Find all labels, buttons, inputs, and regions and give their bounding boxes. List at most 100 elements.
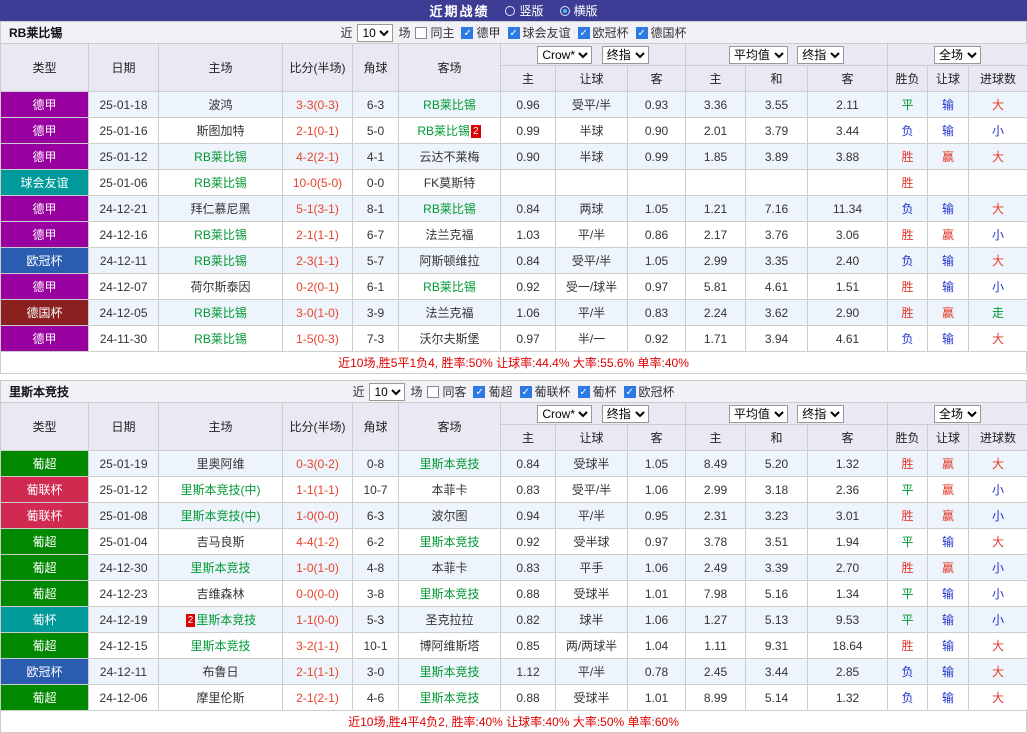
odds-home bbox=[501, 170, 556, 196]
home-team[interactable]: 波鸿 bbox=[208, 98, 232, 112]
home-team[interactable]: RB莱比锡 bbox=[194, 150, 247, 164]
match-score[interactable]: 5-1(3-1) bbox=[296, 202, 339, 216]
away-cell: 里斯本竞技 bbox=[399, 581, 501, 607]
home-team[interactable]: 里斯本竞技(中) bbox=[181, 509, 261, 523]
scope-select[interactable]: 全场 bbox=[934, 46, 981, 64]
home-team[interactable]: 里斯本竞技 bbox=[190, 639, 250, 653]
away-team[interactable]: 本菲卡 bbox=[431, 561, 467, 575]
match-score[interactable]: 3-3(0-3) bbox=[296, 98, 339, 112]
league-checkbox[interactable]: 葡杯 bbox=[578, 383, 617, 400]
match-score[interactable]: 1-1(1-1) bbox=[296, 483, 339, 497]
match-score[interactable]: 1-0(1-0) bbox=[296, 561, 339, 575]
away-team[interactable]: 里斯本竞技 bbox=[419, 535, 479, 549]
scope-select[interactable]: 全场 bbox=[934, 405, 981, 423]
home-team[interactable]: 摩里伦斯 bbox=[196, 691, 244, 705]
away-team[interactable]: FK莫斯特 bbox=[424, 176, 475, 190]
match-score[interactable]: 3-2(1-1) bbox=[296, 639, 339, 653]
match-score[interactable]: 0-2(0-1) bbox=[296, 280, 339, 294]
result-goals: 走 bbox=[969, 300, 1027, 326]
league-checkbox[interactable]: 球会友谊 bbox=[508, 24, 571, 41]
away-team[interactable]: 本菲卡 bbox=[431, 483, 467, 497]
away-team[interactable]: 波尔图 bbox=[431, 509, 467, 523]
home-team[interactable]: 荷尔斯泰因 bbox=[190, 280, 250, 294]
away-team[interactable]: 里斯本竞技 bbox=[419, 457, 479, 471]
average-select[interactable]: 平均值 bbox=[729, 46, 788, 64]
league-checkbox[interactable]: 葡联杯 bbox=[520, 383, 571, 400]
odds-time-select[interactable]: 终指 bbox=[602, 46, 649, 64]
home-team[interactable]: 拜仁慕尼黑 bbox=[190, 202, 250, 216]
avg-draw: 3.18 bbox=[746, 477, 808, 503]
league-checkbox[interactable]: 德甲 bbox=[461, 24, 500, 41]
match-score[interactable]: 3-0(1-0) bbox=[296, 306, 339, 320]
home-team[interactable]: RB莱比锡 bbox=[194, 176, 247, 190]
away-team[interactable]: 博阿维斯塔 bbox=[419, 639, 479, 653]
away-team[interactable]: RB莱比锡 bbox=[423, 202, 476, 216]
match-score[interactable]: 2-1(0-1) bbox=[296, 124, 339, 138]
match-score[interactable]: 2-1(2-1) bbox=[296, 691, 339, 705]
league-checkbox[interactable]: 德国杯 bbox=[636, 24, 687, 41]
match-score[interactable]: 0-0(0-0) bbox=[296, 587, 339, 601]
away-team[interactable]: 法兰克福 bbox=[425, 306, 473, 320]
home-team[interactable]: 里奥阿维 bbox=[196, 457, 244, 471]
match-score[interactable]: 2-1(1-1) bbox=[296, 665, 339, 679]
away-team[interactable]: RB莱比锡 bbox=[423, 98, 476, 112]
home-team[interactable]: 里斯本竞技 bbox=[190, 561, 250, 575]
away-team[interactable]: 圣克拉拉 bbox=[425, 613, 473, 627]
away-team[interactable]: 里斯本竞技 bbox=[419, 587, 479, 601]
match-score[interactable]: 0-3(0-2) bbox=[296, 457, 339, 471]
away-team[interactable]: 里斯本竞技 bbox=[419, 665, 479, 679]
league-checkbox[interactable]: 葡超 bbox=[473, 383, 512, 400]
recent-count-select[interactable]: 10 bbox=[369, 383, 405, 401]
home-team[interactable]: RB莱比锡 bbox=[194, 254, 247, 268]
match-score[interactable]: 1-1(0-0) bbox=[296, 613, 339, 627]
recent-count-select[interactable]: 10 bbox=[357, 24, 393, 42]
home-team[interactable]: 布鲁日 bbox=[202, 665, 238, 679]
home-team[interactable]: 吉马良斯 bbox=[196, 535, 244, 549]
away-team[interactable]: 法兰克福 bbox=[425, 228, 473, 242]
away-team[interactable]: 云达不莱梅 bbox=[419, 150, 479, 164]
average-time-select[interactable]: 终指 bbox=[797, 405, 844, 423]
match-score[interactable]: 1-5(0-3) bbox=[296, 332, 339, 346]
away-team[interactable]: 沃尔夫斯堡 bbox=[419, 332, 479, 346]
result-goals: 大 bbox=[969, 248, 1027, 274]
odds-time-select[interactable]: 终指 bbox=[602, 405, 649, 423]
odds-source-select[interactable]: Crow* bbox=[537, 46, 592, 64]
average-group-header: 平均值 终指 bbox=[686, 403, 888, 425]
average-time-select[interactable]: 终指 bbox=[797, 46, 844, 64]
away-team[interactable]: 阿斯顿维拉 bbox=[419, 254, 479, 268]
odds-source-select[interactable]: Crow* bbox=[537, 405, 592, 423]
avg-home: 2.99 bbox=[686, 477, 746, 503]
home-team[interactable]: 斯图加特 bbox=[196, 124, 244, 138]
match-score[interactable]: 2-1(1-1) bbox=[296, 228, 339, 242]
odds-handicap: 平/半 bbox=[556, 659, 628, 685]
same-venue-checkbox[interactable]: 同客 bbox=[427, 383, 466, 400]
match-score[interactable]: 1-0(0-0) bbox=[296, 509, 339, 523]
home-team[interactable]: RB莱比锡 bbox=[194, 228, 247, 242]
average-select[interactable]: 平均值 bbox=[729, 405, 788, 423]
match-score[interactable]: 4-4(1-2) bbox=[296, 535, 339, 549]
away-team[interactable]: RB莱比锡 bbox=[423, 280, 476, 294]
away-team[interactable]: RB莱比锡 bbox=[417, 124, 470, 138]
corner-score: 4-1 bbox=[353, 144, 399, 170]
layout-radio-horizontal[interactable]: 横版 bbox=[560, 2, 598, 19]
match-date: 25-01-04 bbox=[89, 529, 159, 555]
home-team[interactable]: 里斯本竞技(中) bbox=[181, 483, 261, 497]
match-score[interactable]: 4-2(2-1) bbox=[296, 150, 339, 164]
match-date: 24-12-19 bbox=[89, 607, 159, 633]
result-wdl: 平 bbox=[888, 477, 928, 503]
layout-radio-vertical[interactable]: 竖版 bbox=[505, 2, 543, 19]
odds-home: 0.92 bbox=[501, 274, 556, 300]
same-venue-checkbox[interactable]: 同主 bbox=[415, 24, 454, 41]
average-group-header: 平均值 终指 bbox=[686, 44, 888, 66]
home-cell: 斯图加特 bbox=[159, 118, 283, 144]
home-team[interactable]: RB莱比锡 bbox=[194, 332, 247, 346]
home-team[interactable]: 吉维森林 bbox=[196, 587, 244, 601]
home-team[interactable]: RB莱比锡 bbox=[194, 306, 247, 320]
league-checkbox[interactable]: 欧冠杯 bbox=[578, 24, 629, 41]
home-team[interactable]: 里斯本竞技 bbox=[196, 613, 256, 627]
away-team[interactable]: 里斯本竞技 bbox=[419, 691, 479, 705]
league-checkbox[interactable]: 欧冠杯 bbox=[624, 383, 675, 400]
avg-away: 1.34 bbox=[808, 581, 888, 607]
match-score[interactable]: 2-3(1-1) bbox=[296, 254, 339, 268]
match-score[interactable]: 10-0(5-0) bbox=[293, 176, 342, 190]
